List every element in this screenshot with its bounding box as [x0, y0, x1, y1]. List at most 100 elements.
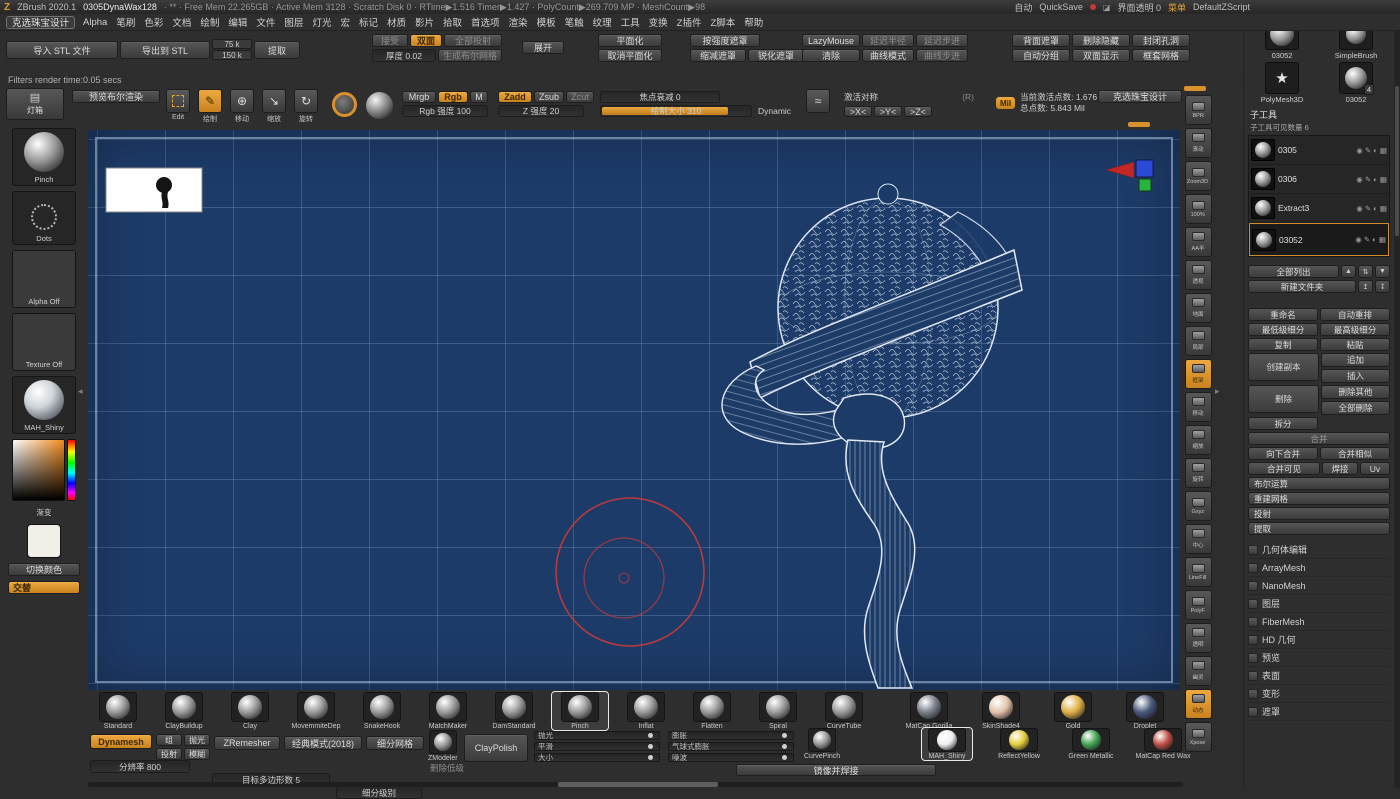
- mini-slider[interactable]: 大小: [534, 753, 660, 762]
- subtool-visibility-icons[interactable]: ◉ ✎ ◐ ▦: [1356, 146, 1387, 155]
- extract-button[interactable]: 提取: [254, 41, 300, 59]
- divider-handle-icon[interactable]: [1128, 122, 1150, 127]
- shelf-icon-button[interactable]: 移动: [1185, 392, 1212, 422]
- unfold-button[interactable]: 展开: [522, 41, 564, 54]
- insert-button[interactable]: 插入: [1321, 369, 1390, 383]
- menu-item[interactable]: 编辑: [228, 15, 247, 29]
- horizontal-scrollbar-handle[interactable]: [558, 782, 718, 787]
- active-tool[interactable]: 4 03052: [1322, 62, 1390, 104]
- rename-button[interactable]: 重命名: [1248, 308, 1318, 321]
- list-all-button[interactable]: 全部列出: [1248, 265, 1339, 278]
- zsub-toggle[interactable]: Zsub: [534, 91, 564, 103]
- double-display-toggle[interactable]: 双面显示: [1072, 49, 1130, 62]
- resolution-high-field[interactable]: 75 k: [212, 39, 252, 49]
- mirror-and-weld-button[interactable]: 镜像并焊接: [736, 764, 936, 776]
- mini-slider[interactable]: 噪波: [668, 753, 794, 762]
- uv-button[interactable]: Uv: [1360, 462, 1390, 475]
- shelf-icon-button[interactable]: 地面: [1185, 293, 1212, 323]
- subtool-row[interactable]: Extract3 ◉ ✎ ◐ ▦: [1249, 194, 1389, 223]
- dynamesh-blur-toggle[interactable]: 模糊: [184, 748, 210, 760]
- menu-item[interactable]: Z插件: [677, 15, 702, 29]
- close-holes-button[interactable]: 封闭孔洞: [1132, 34, 1190, 47]
- switch-color-button[interactable]: 切换颜色: [8, 563, 80, 576]
- menu-item[interactable]: 笔触: [565, 15, 584, 29]
- sym-z-toggle[interactable]: >Z<: [904, 106, 932, 117]
- new-folder-button[interactable]: 新建文件夹: [1248, 280, 1356, 293]
- merge-header[interactable]: 合并: [1248, 432, 1390, 445]
- color-gradient-square[interactable]: [12, 439, 65, 501]
- delete-other-button[interactable]: 删除其他: [1321, 385, 1390, 399]
- shelf-icon-button[interactable]: Gxyz: [1185, 491, 1212, 521]
- material-thumbnail[interactable]: ReflectYellow: [994, 728, 1044, 760]
- backface-mask-button[interactable]: 背面遮罩: [1012, 34, 1070, 47]
- polymesh3d-tool[interactable]: ★ PolyMesh3D: [1248, 62, 1316, 104]
- slider-knob[interactable]: [782, 733, 787, 738]
- slider-knob[interactable]: [648, 733, 653, 738]
- project-button[interactable]: 投射: [1248, 507, 1390, 520]
- boolean-section[interactable]: 布尔运算: [1248, 477, 1390, 490]
- material-thumbnail[interactable]: SkinShade4: [976, 692, 1026, 730]
- menu-item[interactable]: 图层: [284, 15, 303, 29]
- zremesher-button[interactable]: ZRemesher: [214, 736, 280, 750]
- menu-item[interactable]: 模板: [537, 15, 556, 29]
- remesh-button[interactable]: 重建网格: [1248, 492, 1390, 505]
- draw-size-slider[interactable]: 绘制大小 310: [600, 105, 752, 117]
- menu-item[interactable]: 工具: [621, 15, 640, 29]
- menu-item[interactable]: 渲染: [509, 15, 528, 29]
- scale-mode-button[interactable]: ↘ 缩放: [262, 89, 286, 124]
- current-material-thumbnail[interactable]: MAH_Shiny: [12, 376, 76, 434]
- brush-thumbnail[interactable]: SnakeHook: [354, 692, 410, 730]
- clear-button[interactable]: 清除: [802, 49, 860, 62]
- palette-section-header[interactable]: 变形: [1248, 685, 1390, 703]
- mrgb-toggle[interactable]: Mrgb: [402, 91, 436, 103]
- material-thumbnail[interactable]: MAH_Shiny: [922, 728, 972, 760]
- menu-item[interactable]: 色彩: [144, 15, 163, 29]
- palette-section-header[interactable]: 表面: [1248, 667, 1390, 685]
- menu-item[interactable]: 变换: [649, 15, 668, 29]
- material-thumbnail[interactable]: MatCap Gorilla: [904, 692, 954, 730]
- subtool-visibility-icons[interactable]: ◉ ✎ ◐ ▦: [1356, 175, 1387, 184]
- subtool-row[interactable]: 0305 ◉ ✎ ◐ ▦: [1249, 136, 1389, 165]
- brush-thumbnail[interactable]: MatchMaker: [420, 692, 476, 730]
- right-divider-arrow-icon[interactable]: ▸: [1215, 386, 1220, 397]
- highest-subdiv-button[interactable]: 最高级细分: [1320, 323, 1390, 336]
- draw-mode-button[interactable]: ✎ 绘制: [198, 89, 222, 124]
- curvepinch-brush[interactable]: CurvePinch: [804, 728, 840, 760]
- legacy-mode-button[interactable]: 经典模式(2018): [284, 736, 362, 750]
- current-color-swatch[interactable]: [27, 524, 61, 558]
- menu-item[interactable]: Z脚本: [710, 15, 735, 29]
- quicksave-button[interactable]: QuickSave: [1039, 2, 1083, 12]
- shelf-icon-button[interactable]: 动态: [1185, 689, 1212, 719]
- menu-item[interactable]: 灯光: [312, 15, 331, 29]
- shelf-icon-button[interactable]: 透明: [1185, 623, 1212, 653]
- rotate-mode-button[interactable]: ↻ 旋转: [294, 89, 318, 124]
- palette-section-header[interactable]: HD 几何: [1248, 631, 1390, 649]
- subtool-row[interactable]: 0306 ◉ ✎ ◐ ▦: [1249, 165, 1389, 194]
- extract-section-button[interactable]: 提取: [1248, 522, 1390, 535]
- palette-section-header[interactable]: 几何体编辑: [1248, 541, 1390, 559]
- focal-shift-slider[interactable]: 焦点衰减 0: [600, 91, 720, 103]
- axis-gizmo[interactable]: [1106, 160, 1153, 191]
- material-preview-icon[interactable]: [366, 92, 393, 119]
- brush-thumbnail[interactable]: ClayBuildup: [156, 692, 212, 730]
- shelf-icon-button[interactable]: Xpose: [1185, 722, 1212, 752]
- menu-plugin-tab[interactable]: 克选珠宝设计: [6, 16, 75, 29]
- brush-thumbnail[interactable]: Spiral: [750, 692, 806, 730]
- menu-item[interactable]: 影片: [415, 15, 434, 29]
- make-boolean-mesh-button[interactable]: 生成布尔网格: [438, 49, 502, 62]
- shelf-icon-button[interactable]: 局部: [1185, 326, 1212, 356]
- subtool-section-title[interactable]: 子工具: [1250, 108, 1390, 121]
- mini-slider[interactable]: 气球式膨胀: [668, 742, 794, 751]
- brush-thumbnail[interactable]: Flatten: [684, 692, 740, 730]
- import-stl-button[interactable]: 导入 STL 文件: [6, 41, 118, 59]
- resolution-low-field[interactable]: 150 k: [212, 50, 252, 60]
- brush-thumbnail[interactable]: CurveTube: [816, 692, 872, 730]
- lazy-radius-button[interactable]: 延迟半径: [862, 34, 914, 47]
- shelf-icon-button[interactable]: BPR: [1185, 95, 1212, 125]
- copy-button[interactable]: 复制: [1248, 338, 1318, 351]
- weld-button[interactable]: 焊接: [1322, 462, 1358, 475]
- append-button[interactable]: 追加: [1321, 353, 1390, 367]
- stroke-curve-button[interactable]: ≈: [806, 89, 830, 113]
- mini-slider[interactable]: 膨胀: [668, 731, 794, 740]
- shelf-icon-button[interactable]: LineFill: [1185, 557, 1212, 587]
